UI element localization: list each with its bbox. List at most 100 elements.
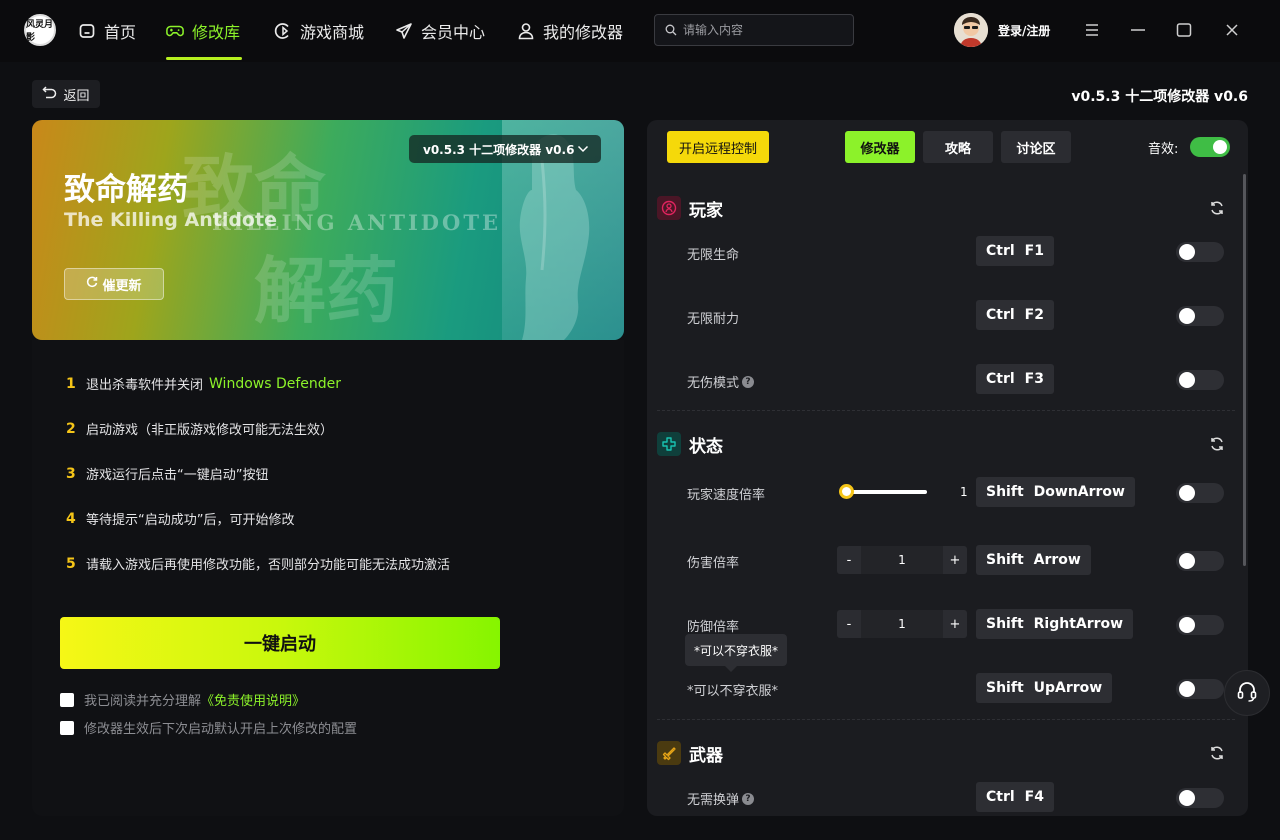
headset-icon [1235,679,1259,707]
game-banner: 致命 解药 KILLING ANTIDOTE 致命解药 The Killing … [32,120,624,340]
user-icon [517,22,535,40]
search-box[interactable] [654,14,854,46]
maximize-icon[interactable] [1174,20,1194,40]
help-icon[interactable]: ? [742,375,755,388]
step-text: 等待提示“启动成功”后，可开始修改 [86,513,295,528]
hotkey-badge[interactable]: Ctrl F1 [976,236,1054,266]
cheat-toggle[interactable] [1176,370,1224,390]
cheat-toggle[interactable] [1176,679,1224,699]
stepper-value[interactable]: 1 [861,610,943,638]
cheat-label: 无伤模式 [687,376,740,391]
hotkey-modifier: Ctrl [986,307,1015,323]
step-number: 5 [66,555,76,572]
gamepad-icon [166,22,184,40]
section-divider [657,410,1235,411]
hotkey-key: RightArrow [1033,616,1124,632]
cheat-label: 无限耐力 [687,312,740,327]
hotkey-modifier: Ctrl [986,243,1015,259]
step-text: 请载入游戏后再使用修改功能，否则部分功能可能无法成功激活 [86,558,451,573]
cheat-label-row: 无伤模式? [687,372,755,391]
nav-member-center[interactable]: 会员中心 [395,18,485,44]
version-select[interactable]: v0.5.3 十二项修改器 v0.6 [409,135,601,163]
remote-control-button[interactable]: 开启远程控制 [667,131,769,163]
hotkey-key: UpArrow [1033,680,1103,696]
cheat-toggle[interactable] [1176,483,1224,503]
hotkey-badge[interactable]: Shift RightArrow [976,609,1134,639]
app-logo[interactable]: 风灵月影 [24,14,56,46]
section-divider [657,719,1235,720]
hotkey-key: F3 [1024,371,1044,387]
speed-slider-handle[interactable] [839,484,854,499]
cheat-label: 防御倍率 [687,620,740,635]
sound-toggle[interactable] [1190,137,1230,157]
restore-config-checkbox[interactable] [60,720,74,735]
game-title: 致命解药 [64,172,188,208]
game-subtitle: The Killing Antidote [64,209,277,231]
hotkey-badge[interactable]: Ctrl F3 [976,364,1054,394]
increment-button[interactable]: + [943,546,967,574]
trainer-version-title: v0.5.3 十二项修改器 v0.6 [1071,89,1248,105]
cheat-label: 无限生命 [687,248,740,263]
disclaimer-link[interactable]: 《免责使用说明》 [201,694,305,709]
hotkey-badge[interactable]: Ctrl F2 [976,300,1054,330]
close-icon[interactable] [1222,20,1242,40]
search-input[interactable] [683,23,843,37]
request-update-button[interactable]: 催更新 [64,268,164,300]
refresh-icon [86,276,98,292]
active-tab-indicator [166,57,242,60]
hotkey-badge[interactable]: Shift DownArrow [976,477,1135,507]
scrollbar[interactable] [1243,174,1246,566]
stepper-value[interactable]: 1 [861,546,943,574]
hotkey-badge[interactable]: Shift Arrow [976,545,1091,575]
reset-icon[interactable] [1207,198,1227,218]
trainer-panel-header: 开启远程控制 修改器 攻略 讨论区 音效: [647,120,1248,172]
avatar[interactable] [954,13,988,47]
hotkey-badge[interactable]: Ctrl F4 [976,782,1054,812]
nav-home-label: 首页 [104,23,137,42]
cheat-toggle[interactable] [1176,551,1224,571]
damage-stepper: - 1 + [837,546,967,574]
customer-support-button[interactable] [1224,670,1270,716]
step-text: 游戏运行后点击“一键启动”按钮 [86,468,269,483]
menu-icon[interactable] [1082,20,1102,40]
nav-mod-library-label: 修改库 [192,23,241,42]
nav-home[interactable]: 首页 [78,18,136,44]
speed-slider-track[interactable] [847,490,927,494]
disclaimer-check-row: 我已阅读并充分理解《免责使用说明》 [60,690,305,709]
hotkey-modifier: Ctrl [986,371,1015,387]
increment-button[interactable]: + [943,610,967,638]
cheat-toggle[interactable] [1176,306,1224,326]
reset-icon[interactable] [1207,434,1227,454]
tab-trainer[interactable]: 修改器 [845,131,915,163]
back-button[interactable]: 返回 [32,80,100,108]
tab-guide[interactable]: 攻略 [923,131,993,163]
disclaimer-checkbox[interactable] [60,692,74,707]
tab-discussion[interactable]: 讨论区 [1001,131,1071,163]
nav-my-trainers[interactable]: 我的修改器 [517,18,623,44]
step-4: 4 等待提示“启动成功”后，可开始修改 [66,509,295,529]
hotkey-modifier: Ctrl [986,789,1015,805]
banner-bg-text-2: 解药 [254,248,399,333]
search-icon [665,21,677,40]
cheat-toggle[interactable] [1176,788,1224,808]
help-icon[interactable]: ? [742,792,755,805]
store-icon [274,22,292,40]
nav-mod-library[interactable]: 修改库 [166,18,240,44]
login-register-link[interactable]: 登录/注册 [998,22,1050,39]
home-icon [78,22,96,40]
top-nav-bar: 风灵月影 首页 修改库 游戏商城 会员中心 我的修改器 请输入内容 登录/注册 [0,0,1280,62]
hotkey-badge[interactable]: Shift UpArrow [976,673,1113,703]
decrement-button[interactable]: - [837,610,861,638]
nav-game-store[interactable]: 游戏商城 [274,18,364,44]
speed-slider-value: 1 [960,485,968,499]
reset-icon[interactable] [1207,743,1227,763]
one-click-launch-button[interactable]: 一键启动 [60,617,500,669]
decrement-button[interactable]: - [837,546,861,574]
hotkey-key: DownArrow [1033,484,1125,500]
undo-icon [42,85,58,103]
cheat-toggle[interactable] [1176,242,1224,262]
instructions-panel: 1 退出杀毒软件并关闭 Windows Defender 2 启动游戏（非正版游… [32,340,624,816]
cheat-toggle[interactable] [1176,615,1224,635]
step-3: 3 游戏运行后点击“一键启动”按钮 [66,464,269,484]
minimize-icon[interactable] [1128,20,1148,40]
